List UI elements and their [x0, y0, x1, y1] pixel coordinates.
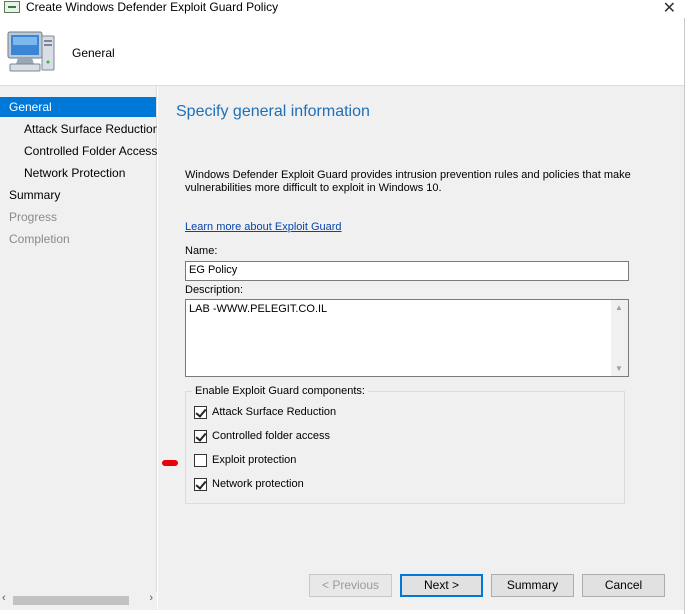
- next-button[interactable]: Next >: [400, 574, 483, 597]
- description-textarea[interactable]: LAB -WWW.PELEGIT.CO.IL ▲ ▼: [185, 299, 629, 377]
- window-right-edge: [684, 18, 688, 614]
- nav-item-summary[interactable]: Summary: [9, 185, 149, 205]
- nav-item-progress: Progress: [9, 210, 58, 224]
- scroll-right-icon[interactable]: ›: [149, 592, 153, 604]
- nav-horizontal-scrollbar[interactable]: ‹ ›: [0, 592, 157, 609]
- checkbox-label: Controlled folder access: [212, 430, 331, 442]
- scroll-left-icon[interactable]: ‹: [2, 592, 6, 604]
- cancel-button[interactable]: Cancel: [582, 574, 665, 597]
- section-title: Specify general information: [176, 103, 370, 120]
- description-scrollbar[interactable]: ▲ ▼: [611, 300, 628, 376]
- nav-item-attack-surface-reduction[interactable]: Attack Surface Reduction: [24, 119, 157, 139]
- nav-item-general[interactable]: General: [0, 97, 156, 117]
- checkbox-label: Network protection: [212, 478, 304, 490]
- scroll-down-icon[interactable]: ▼: [615, 364, 623, 373]
- scroll-up-icon[interactable]: ▲: [615, 303, 623, 312]
- nav-item-network-protection[interactable]: Network Protection: [24, 163, 157, 183]
- title-bar: Create Windows Defender Exploit Guard Po…: [0, 0, 688, 18]
- scrollbar-thumb[interactable]: [13, 596, 129, 605]
- wizard-nav: General Attack Surface Reduction Control…: [0, 86, 157, 610]
- app-icon: [4, 1, 20, 13]
- computer-icon: [7, 31, 55, 72]
- checkbox-label: Exploit protection: [212, 454, 297, 466]
- close-icon[interactable]: ✕: [663, 0, 676, 18]
- name-input[interactable]: EG Policy: [185, 261, 629, 281]
- wizard-header: General: [0, 18, 688, 86]
- content-panel: Specify general information Windows Defe…: [158, 86, 684, 610]
- checkbox-exploit-protection[interactable]: [194, 454, 207, 467]
- checkbox-attack-surface-reduction[interactable]: [194, 406, 207, 419]
- summary-button[interactable]: Summary: [491, 574, 574, 597]
- nav-item-completion: Completion: [9, 232, 70, 246]
- description-label: Description:: [185, 284, 244, 296]
- previous-button: < Previous: [309, 574, 392, 597]
- window-title: Create Windows Defender Exploit Guard Po…: [26, 0, 279, 14]
- nav-item-controlled-folder-access[interactable]: Controlled Folder Access: [24, 141, 157, 161]
- description-text: Windows Defender Exploit Guard provides …: [185, 169, 631, 194]
- checkbox-controlled-folder-access[interactable]: [194, 430, 207, 443]
- components-group-label: Enable Exploit Guard components:: [192, 385, 368, 397]
- checkbox-network-protection[interactable]: [194, 478, 207, 491]
- header-title: General: [72, 46, 115, 60]
- description-value: LAB -WWW.PELEGIT.CO.IL: [189, 303, 328, 315]
- learn-more-link[interactable]: Learn more about Exploit Guard: [185, 221, 342, 233]
- components-group: Enable Exploit Guard components: Attack …: [185, 385, 625, 504]
- checkbox-label: Attack Surface Reduction: [212, 406, 337, 418]
- name-label: Name:: [185, 245, 218, 257]
- red-annotation-mark: [162, 460, 178, 466]
